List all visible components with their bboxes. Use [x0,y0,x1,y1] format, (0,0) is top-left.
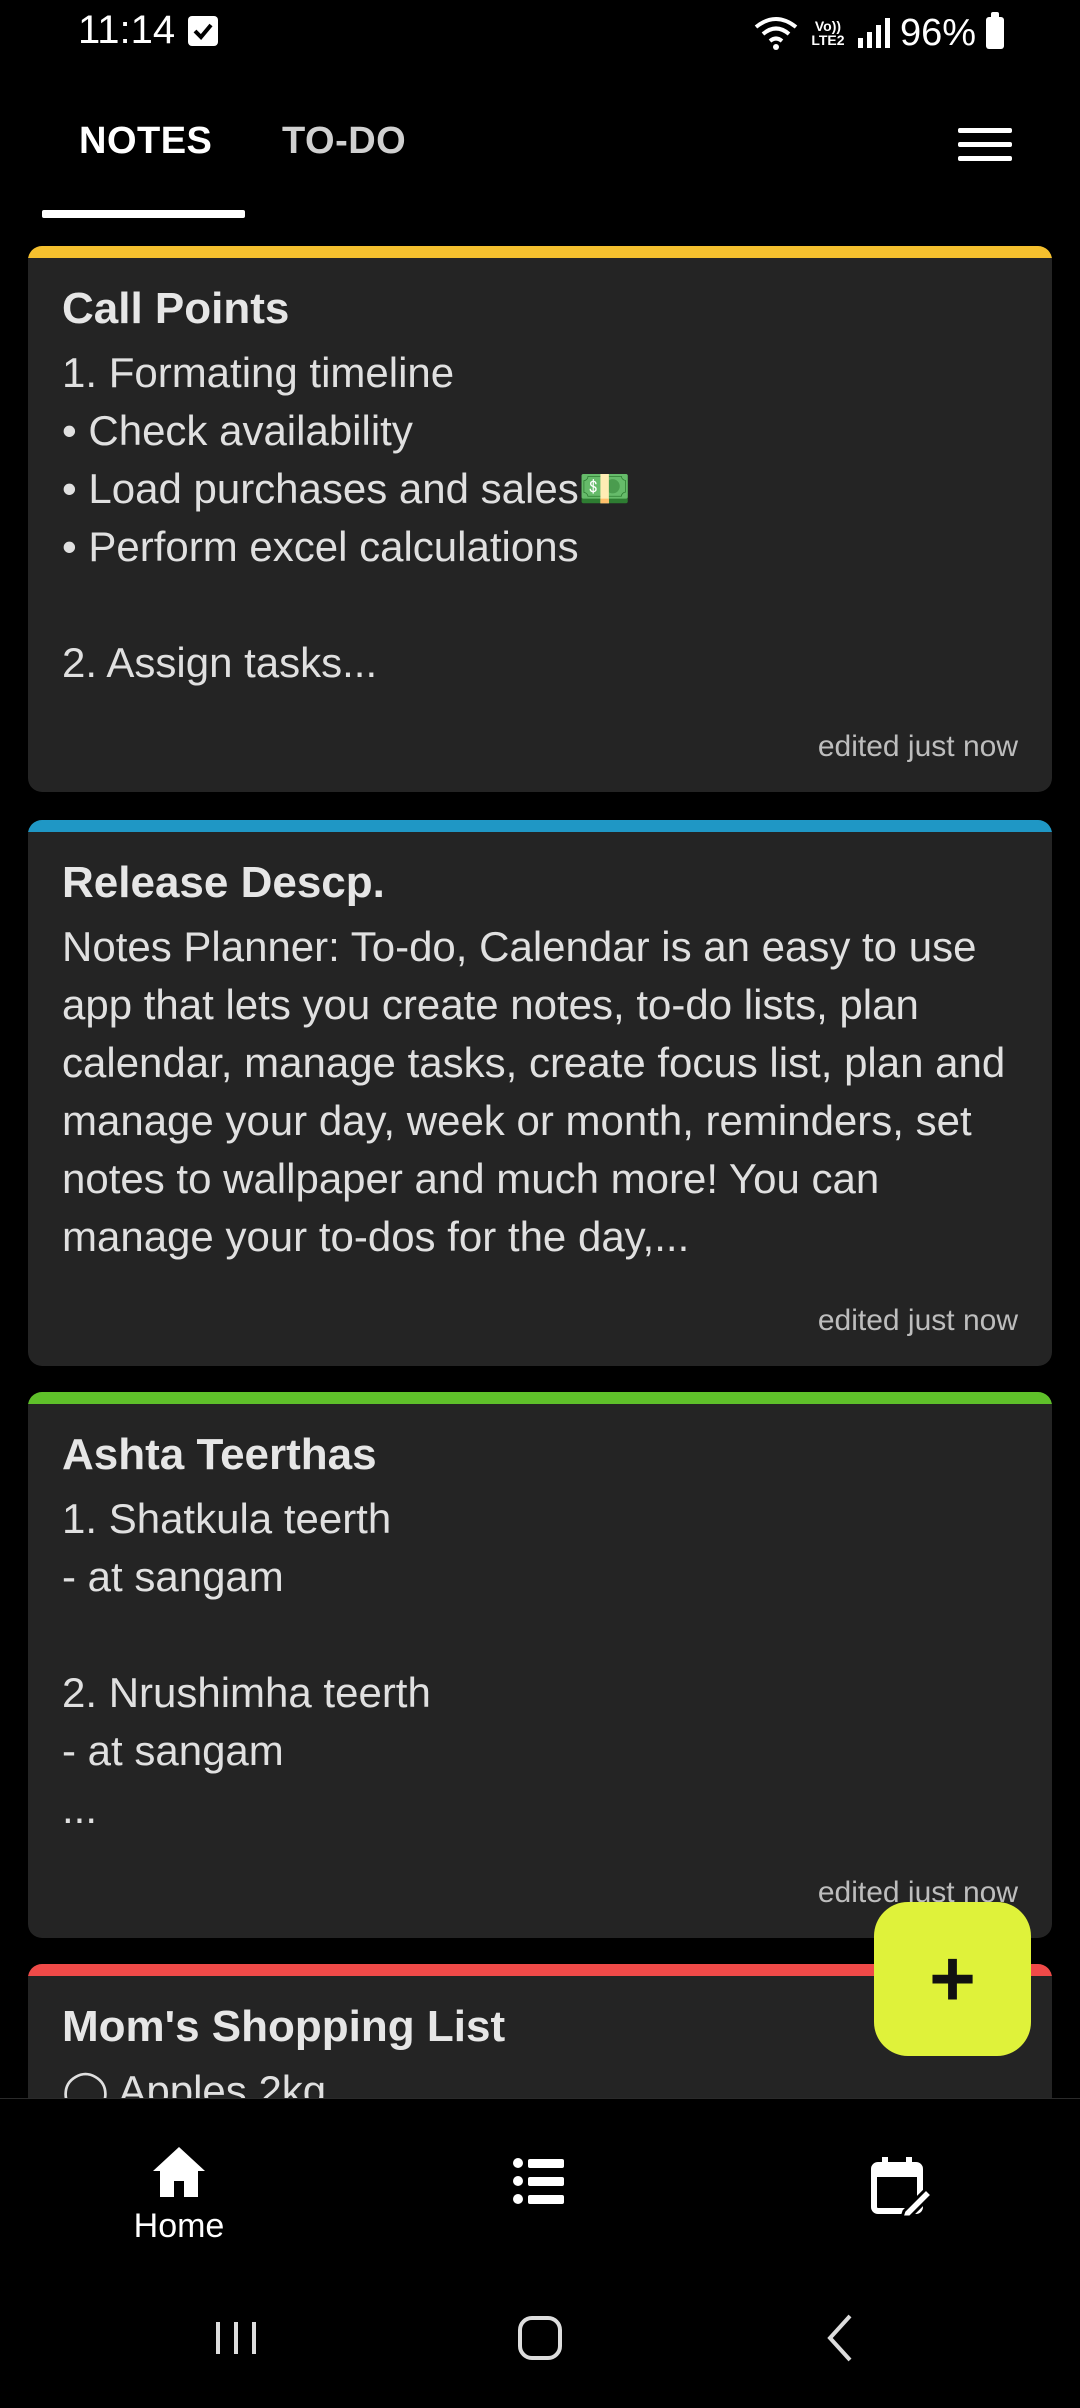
note-edited-time: edited just now [817,730,1018,763]
tab-notes[interactable]: NOTES [79,120,212,163]
note-title: Ashta Teerthas [62,1430,377,1479]
bottom-nav: Home [0,2098,1080,2269]
wifi-icon [754,17,798,50]
note-color-bar [28,820,1052,832]
status-icons: Vo)) LTE2 96% [754,8,1004,58]
note-body: ◯ Apples 2kg [62,2067,327,2098]
menu-icon[interactable] [958,124,1012,164]
tab-indicator [42,210,245,218]
home-icon [153,2147,205,2197]
tab-todo[interactable]: TO-DO [282,120,406,163]
note-card[interactable]: Release Descp. Notes Planner: To-do, Cal… [28,820,1052,1366]
checkbox-notification-icon [188,16,218,46]
lte-icon: Vo)) LTE2 [811,18,845,48]
nav-home-label: Home [133,2207,225,2245]
note-title: Release Descp. [62,858,385,907]
nav-todo-list[interactable] [430,2099,650,2269]
note-color-bar [28,1392,1052,1404]
note-title: Call Points [62,284,290,333]
home-button-icon[interactable] [500,2308,580,2368]
plus-icon: + [929,1934,976,2023]
note-title: Mom's Shopping List [62,2002,506,2051]
note-body: 1. Shatkula teerth - at sangam 2. Nrushi… [62,1495,431,1832]
status-time: 11:14 [78,8,176,52]
battery-percent: 96% [899,11,976,54]
note-body: 1. Formating timeline • Check availabili… [62,349,632,686]
signal-icon [857,18,890,48]
tab-bar: NOTES TO-DO [0,100,1080,220]
back-icon[interactable] [802,2308,882,2368]
note-card[interactable]: Ashta Teerthas 1. Shatkula teerth - at s… [28,1392,1052,1938]
battery-icon [986,12,1004,49]
system-nav [0,2268,1080,2408]
nav-calendar[interactable] [790,2099,1010,2269]
note-color-bar [28,246,1052,258]
add-note-button[interactable]: + [874,1902,1031,2056]
notes-list: Call Points 1. Formating timeline • Chec… [28,246,1052,2098]
recent-apps-icon[interactable] [196,2308,276,2368]
nav-home[interactable]: Home [69,2099,289,2269]
note-edited-time: edited just now [817,1304,1018,1337]
note-card[interactable]: Call Points 1. Formating timeline • Chec… [28,246,1052,792]
status-bar: 11:14 Vo)) LTE2 96% [0,0,1080,66]
note-body: Notes Planner: To-do, Calendar is an eas… [62,923,1017,1260]
checklist-icon [513,2158,564,2204]
calendar-edit-icon [871,2157,932,2219]
